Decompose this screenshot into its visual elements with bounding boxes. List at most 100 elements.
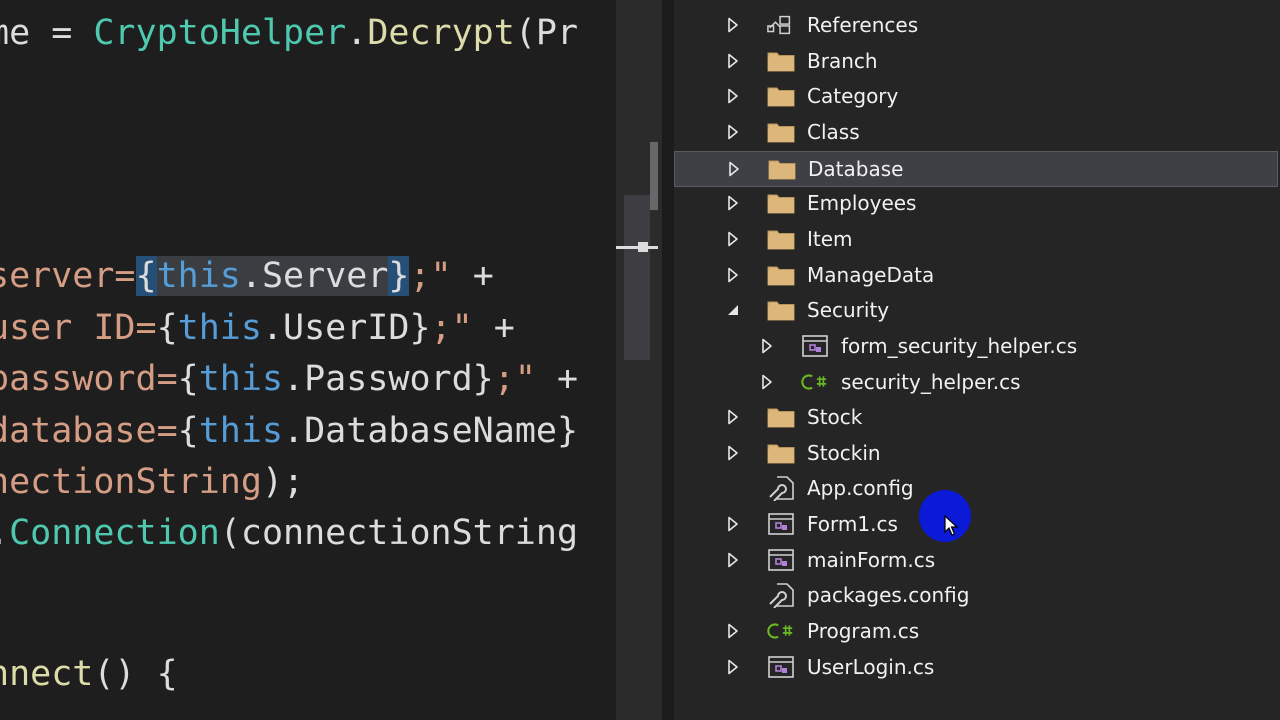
csharp-icon	[801, 370, 829, 394]
code-token: Connection	[9, 513, 220, 553]
tree-item-security-helper-cs[interactable]: security_helper.cs	[674, 365, 1278, 400]
tree-item-stock[interactable]: Stock	[674, 400, 1278, 435]
mouse-cursor-icon	[944, 515, 959, 536]
code-line[interactable]: password={this.Password};" +	[0, 357, 578, 401]
form-icon	[767, 512, 795, 536]
config-icon	[767, 583, 795, 608]
chevron-right-icon[interactable]	[724, 551, 742, 569]
tree-item-category[interactable]: Category	[674, 79, 1278, 114]
tree-item-label: Category	[807, 84, 899, 108]
tree-item-security[interactable]: Security	[674, 293, 1278, 328]
code-line[interactable]: nectionString);	[0, 460, 304, 504]
tree-item-label: App.config	[807, 476, 914, 500]
code-token: nectionString	[0, 462, 262, 502]
code-line[interactable]: user ID={this.UserID};" +	[0, 306, 515, 350]
tree-item-label: Branch	[807, 49, 878, 73]
scrollbar-thumb[interactable]	[624, 195, 650, 360]
code-token: .	[346, 13, 368, 53]
folder-icon	[767, 405, 795, 429]
code-token: this	[156, 256, 241, 296]
folder-icon	[767, 263, 795, 287]
tree-item-app-config[interactable]: App.config	[674, 471, 1278, 506]
tree-item-userlogin-cs[interactable]: UserLogin.cs	[674, 650, 1278, 685]
tree-item-program-cs[interactable]: Program.cs	[674, 614, 1278, 649]
tree-item-label: Database	[808, 157, 904, 181]
chevron-right-icon[interactable]	[724, 515, 742, 533]
csharp-icon	[767, 619, 795, 643]
chevron-right-icon[interactable]	[724, 408, 742, 426]
chevron-right-icon[interactable]	[725, 160, 743, 178]
code-line[interactable]: me = CryptoHelper.Decrypt(Pr	[0, 11, 578, 55]
folder-icon	[767, 227, 795, 251]
tree-item-class[interactable]: Class	[674, 115, 1278, 150]
tree-item-label: packages.config	[807, 583, 970, 607]
code-line[interactable]: database={this.DatabaseName}	[0, 409, 578, 453]
code-token: ;"	[409, 256, 473, 296]
pane-splitter[interactable]	[662, 0, 674, 720]
tree-item-label: Employees	[807, 191, 917, 215]
chevron-right-icon[interactable]	[758, 373, 776, 391]
code-editor[interactable]: me = CryptoHelper.Decrypt(Prserver={this…	[0, 0, 616, 720]
tree-item-form-security-helper-cs[interactable]: form_security_helper.cs	[674, 329, 1278, 364]
folder-icon	[767, 84, 795, 108]
tree-item-packages-config[interactable]: packages.config	[674, 578, 1278, 613]
scrollbar-overview-marker	[650, 142, 658, 210]
chevron-right-icon[interactable]	[724, 444, 742, 462]
tree-item-label: Stock	[807, 405, 863, 429]
code-line[interactable]: .Connection(connectionString	[0, 511, 578, 555]
code-line[interactable]: server={this.Server};" +	[0, 254, 494, 298]
code-token: .	[0, 513, 9, 553]
chevron-right-icon[interactable]	[724, 230, 742, 248]
code-token: }	[388, 256, 410, 296]
tree-item-form1-cs[interactable]: Form1.cs	[674, 507, 1278, 542]
code-token: database=	[0, 411, 178, 451]
tree-item-references[interactable]: References	[674, 8, 1278, 43]
code-token: {	[177, 359, 199, 399]
tree-item-label: Item	[807, 227, 853, 251]
folder-icon	[767, 441, 795, 465]
tree-item-label: Form1.cs	[807, 512, 898, 536]
chevron-right-icon[interactable]	[758, 337, 776, 355]
chevron-right-icon[interactable]	[724, 266, 742, 284]
tree-item-branch[interactable]: Branch	[674, 44, 1278, 79]
folder-open-icon	[767, 298, 795, 322]
code-token: Decrypt	[367, 13, 515, 53]
code-token: CryptoHelper	[93, 13, 347, 53]
tree-item-employees[interactable]: Employees	[674, 186, 1278, 221]
scrollbar-caret-marker	[616, 246, 658, 249]
tree-item-item[interactable]: Item	[674, 222, 1278, 257]
tree-item-label: Class	[807, 120, 860, 144]
chevron-right-icon[interactable]	[724, 194, 742, 212]
code-token: this	[198, 359, 284, 399]
form-icon	[767, 548, 795, 572]
code-token: +	[493, 308, 515, 348]
code-token: (connectionString	[219, 513, 579, 553]
code-token: Server	[261, 256, 389, 296]
tree-item-label: security_helper.cs	[841, 370, 1021, 394]
chevron-right-icon[interactable]	[724, 16, 742, 34]
tree-item-label: UserLogin.cs	[807, 655, 935, 679]
code-token: +	[472, 256, 494, 296]
chevron-right-icon[interactable]	[724, 123, 742, 141]
code-token: {	[156, 308, 178, 348]
tree-item-label: ManageData	[807, 263, 935, 287]
code-token: (Pr	[514, 13, 579, 53]
code-token: );	[261, 462, 305, 502]
code-token: this	[177, 308, 262, 348]
chevron-right-icon[interactable]	[724, 622, 742, 640]
chevron-right-icon[interactable]	[724, 87, 742, 105]
tree-item-database[interactable]: Database	[674, 151, 1278, 187]
chevron-right-icon[interactable]	[724, 52, 742, 70]
tree-item-stockin[interactable]: Stockin	[674, 436, 1278, 471]
scrollbar-track[interactable]	[622, 0, 652, 720]
chevron-right-icon[interactable]	[724, 658, 742, 676]
tree-item-label: form_security_helper.cs	[841, 334, 1078, 358]
code-token: me =	[0, 13, 73, 53]
chevron-down-icon[interactable]	[724, 301, 742, 319]
editor-vertical-scrollbar[interactable]	[616, 0, 662, 720]
code-line[interactable]: nnect() {	[0, 652, 178, 696]
form-icon	[801, 334, 829, 358]
code-token: +	[556, 359, 579, 399]
tree-item-mainform-cs[interactable]: mainForm.cs	[674, 543, 1278, 578]
tree-item-managedata[interactable]: ManageData	[674, 258, 1278, 293]
